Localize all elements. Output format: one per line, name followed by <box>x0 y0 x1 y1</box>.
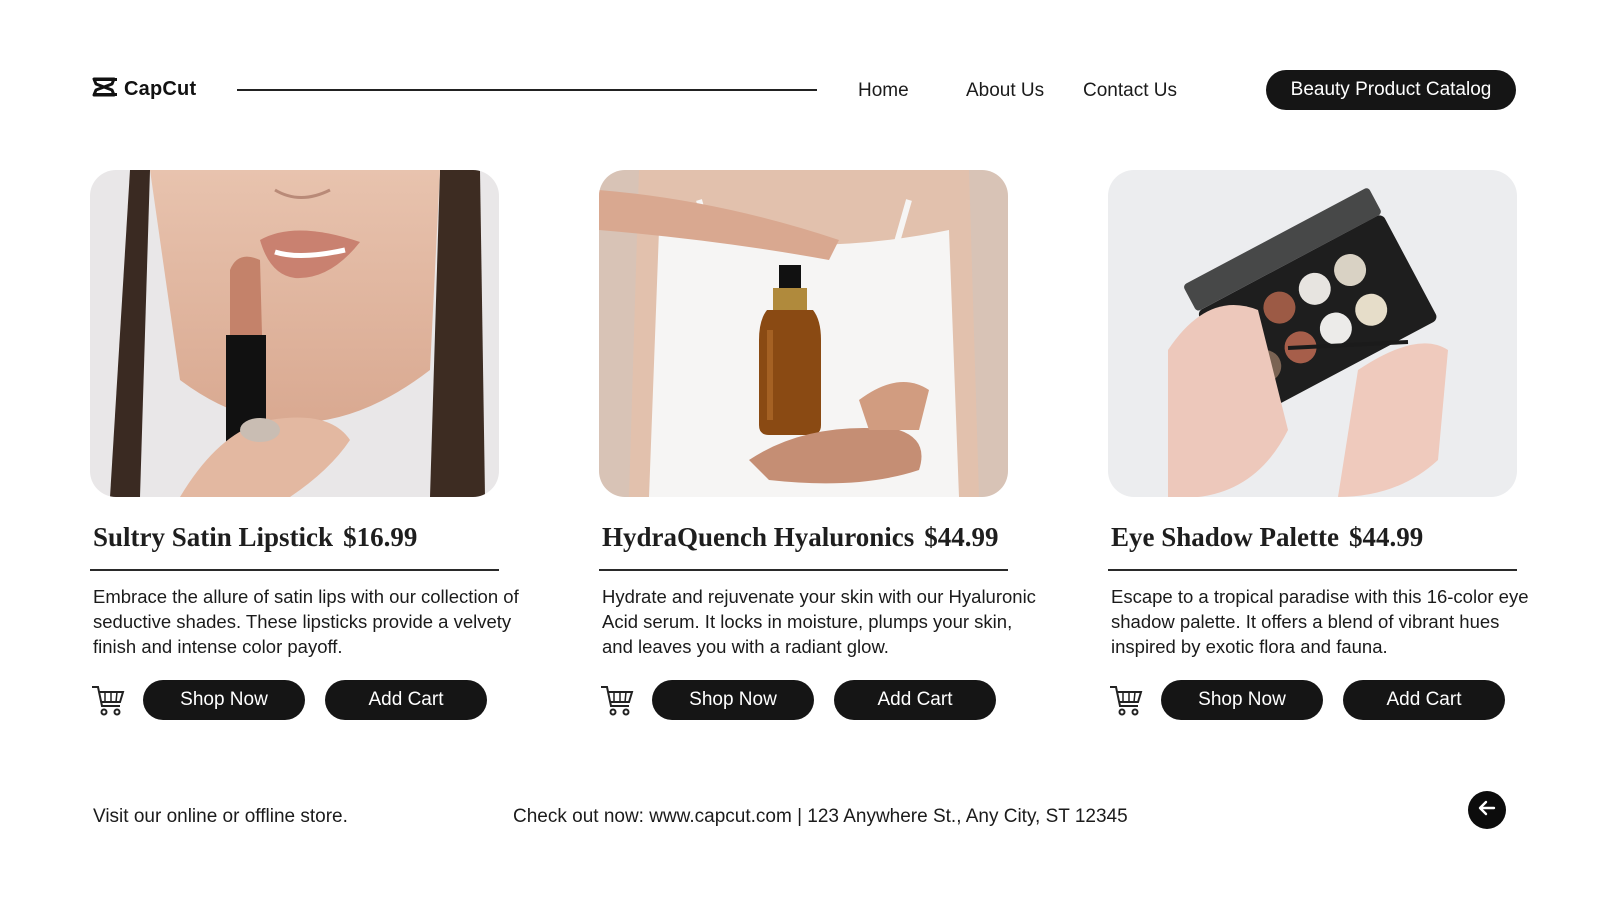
product-actions: Shop Now Add Cart <box>599 680 1039 722</box>
product-name: Sultry Satin Lipstick <box>93 522 334 552</box>
catalog-button[interactable]: Beauty Product Catalog <box>1266 70 1516 110</box>
card-divider <box>90 569 499 571</box>
product-price: $44.99 <box>924 522 999 552</box>
product-description: Embrace the allure of satin lips with ou… <box>93 586 519 657</box>
back-button[interactable] <box>1468 791 1506 829</box>
product-title-row: Eye Shadow Palette $44.99 <box>1111 522 1423 553</box>
card-divider <box>1108 569 1517 571</box>
product-description: Escape to a tropical paradise with this … <box>1111 586 1529 657</box>
cart-icon[interactable] <box>599 682 635 718</box>
nav-home[interactable]: Home <box>858 80 909 102</box>
shop-now-button[interactable]: Shop Now <box>143 680 305 720</box>
shop-now-button[interactable]: Shop Now <box>652 680 814 720</box>
footer-store-text: Visit our online or offline store. <box>93 806 348 827</box>
product-image-palette <box>1108 170 1517 497</box>
add-cart-button[interactable]: Add Cart <box>1343 680 1505 720</box>
nav-contact-us[interactable]: Contact Us <box>1083 80 1177 102</box>
add-cart-button[interactable]: Add Cart <box>834 680 996 720</box>
nav-about-us[interactable]: About Us <box>966 80 1044 102</box>
arrow-left-icon <box>1478 799 1496 822</box>
header-divider <box>237 89 817 91</box>
card-divider <box>599 569 1008 571</box>
product-description: Hydrate and rejuvenate your skin with ou… <box>602 586 1036 657</box>
product-price: $44.99 <box>1348 522 1424 552</box>
cart-icon[interactable] <box>90 682 126 718</box>
product-name: Eye Shadow Palette <box>1111 522 1339 552</box>
footer-info-text: Check out now: www.capcut.com | 123 Anyw… <box>513 806 1128 827</box>
product-actions: Shop Now Add Cart <box>90 680 530 722</box>
capcut-logo-icon <box>92 76 118 103</box>
product-title-row: HydraQuench Hyaluronics $44.99 <box>602 522 999 553</box>
logo-text: CapCut <box>124 78 197 100</box>
product-price: $16.99 <box>343 522 418 552</box>
product-actions: Shop Now Add Cart <box>1108 680 1548 722</box>
cart-icon[interactable] <box>1108 682 1144 718</box>
add-cart-button[interactable]: Add Cart <box>325 680 487 720</box>
brand-logo[interactable]: CapCut <box>92 76 196 103</box>
shop-now-button[interactable]: Shop Now <box>1161 680 1323 720</box>
product-name: HydraQuench Hyaluronics <box>602 522 915 552</box>
product-title-row: Sultry Satin Lipstick $16.99 <box>93 522 417 553</box>
product-image-lipstick <box>90 170 499 497</box>
product-image-serum <box>599 170 1008 497</box>
